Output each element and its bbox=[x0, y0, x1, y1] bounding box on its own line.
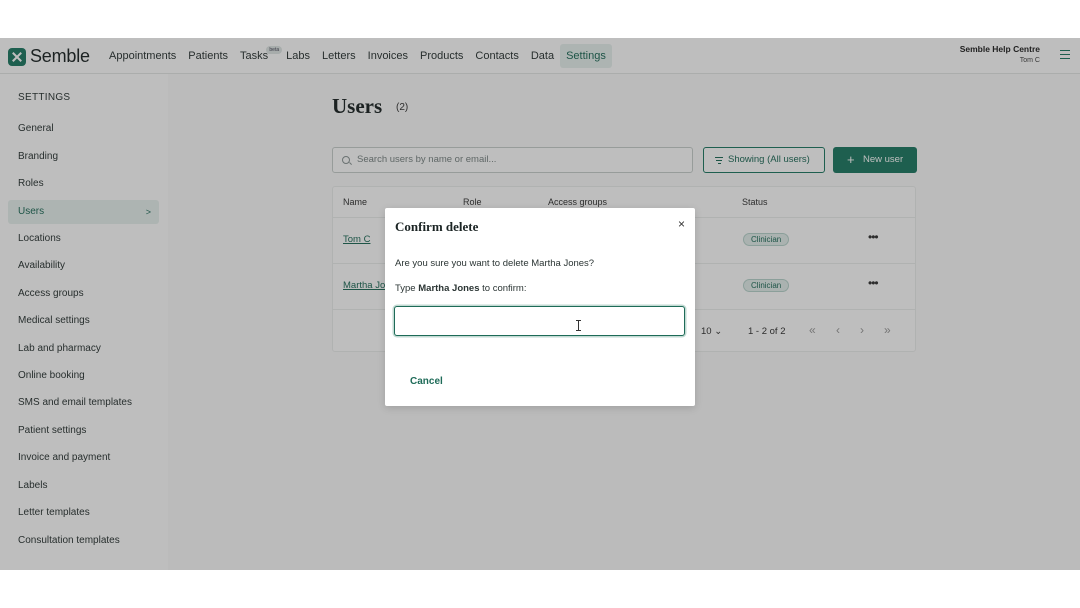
delete-question: Are you sure you want to delete Martha J… bbox=[395, 258, 595, 269]
text-cursor-icon bbox=[576, 320, 582, 331]
cancel-button[interactable]: Cancel bbox=[410, 376, 443, 387]
close-icon[interactable]: × bbox=[678, 218, 685, 230]
instruction-prefix: Type bbox=[395, 283, 416, 294]
app-window: Semble Appointments Patients Tasks beta … bbox=[0, 38, 1080, 570]
instruction-name: Martha Jones bbox=[418, 283, 480, 294]
dialog-title: Confirm delete bbox=[395, 219, 479, 234]
instruction-suffix: to confirm: bbox=[482, 283, 527, 294]
confirm-delete-dialog: Confirm delete × Are you sure you want t… bbox=[385, 208, 695, 406]
confirm-instruction: Type Martha Jones to confirm: bbox=[395, 283, 527, 294]
confirm-name-input[interactable] bbox=[394, 306, 685, 336]
